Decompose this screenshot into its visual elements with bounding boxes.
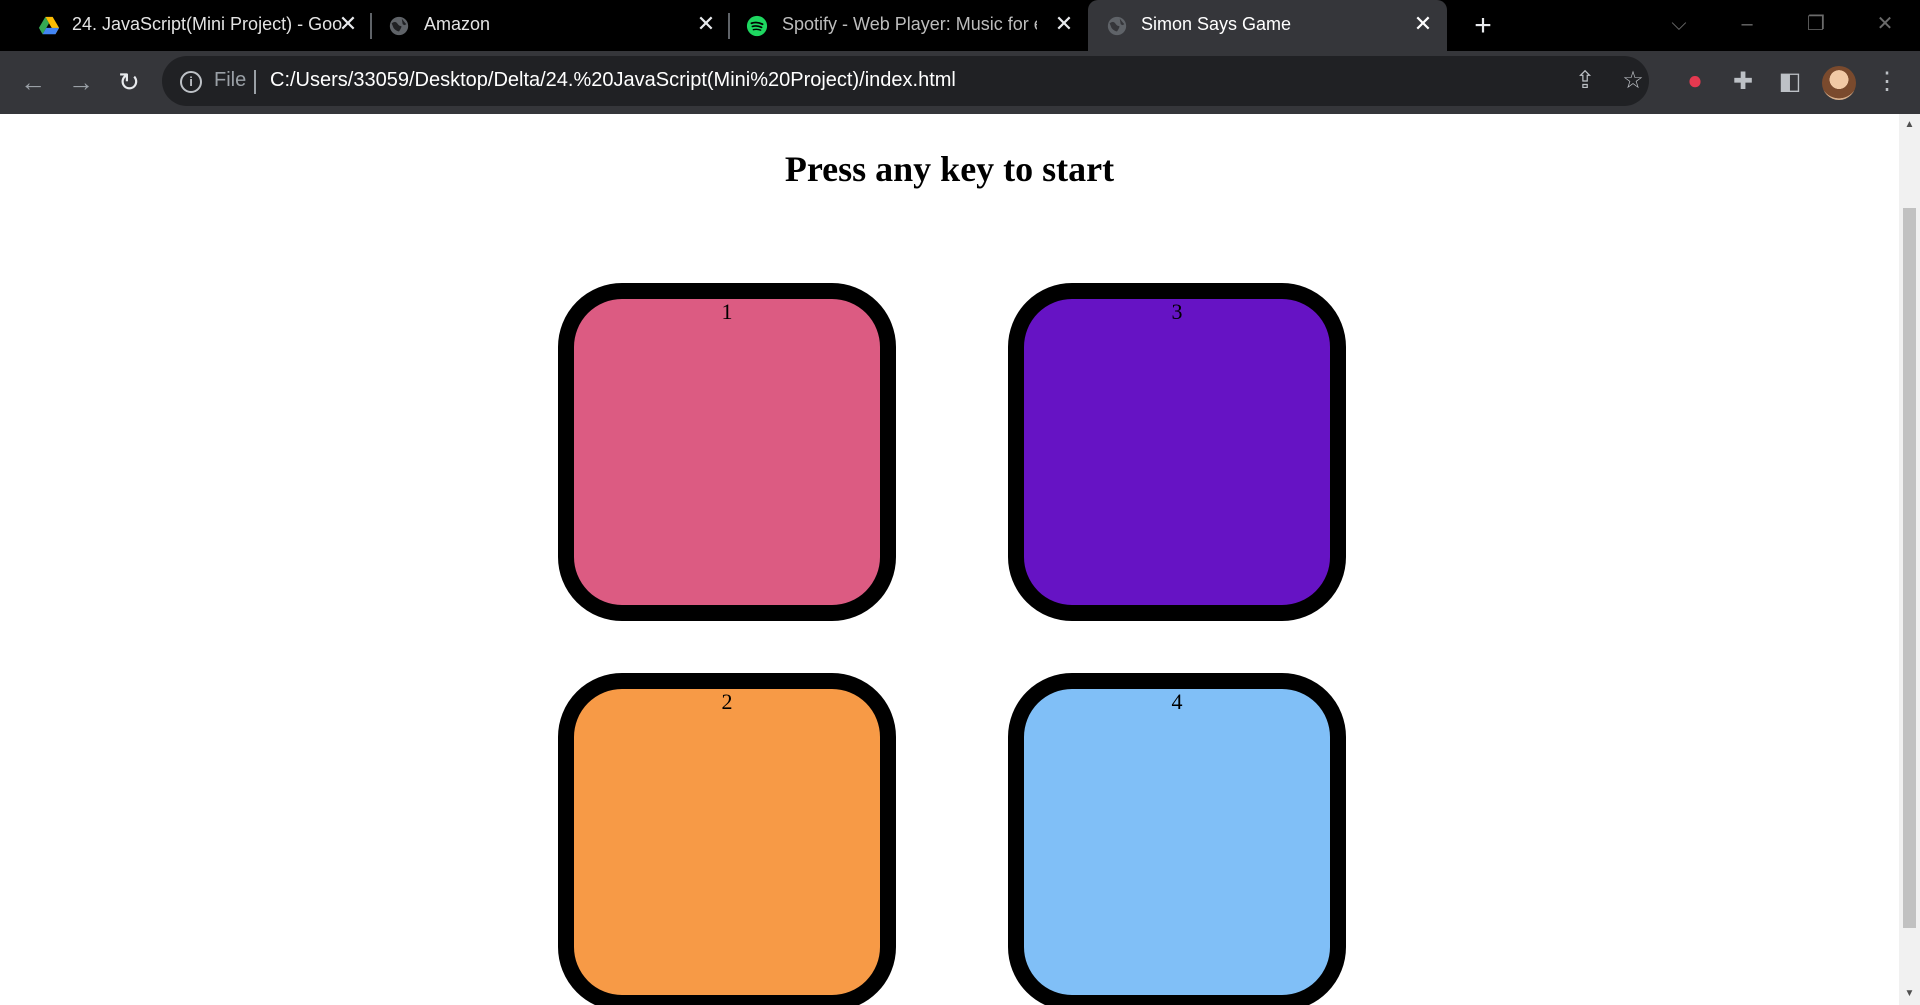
scroll-down-icon[interactable]: ▼: [1903, 987, 1916, 1001]
globe-icon: [389, 16, 409, 36]
tab-title: Simon Says Game: [1141, 14, 1292, 34]
scroll-up-icon[interactable]: ▲: [1903, 118, 1916, 132]
tab-title: 24. JavaScript(Mini Project) - Goo: [72, 14, 342, 34]
close-tab-icon[interactable]: ✕: [1411, 12, 1435, 36]
game-button-3[interactable]: 3: [1008, 283, 1346, 621]
address-divider: [254, 70, 256, 94]
minimize-icon[interactable]: –: [1731, 8, 1763, 40]
game-button-4[interactable]: 4: [1008, 673, 1346, 1005]
google-drive-icon: [38, 16, 60, 35]
back-icon[interactable]: ←: [16, 65, 50, 99]
extensions-puzzle-icon[interactable]: ✚: [1726, 65, 1760, 99]
address-bar[interactable]: i File C:/Users/33059/Desktop/Delta/24.%…: [162, 56, 1649, 106]
game-status-heading: Press any key to start: [784, 149, 1115, 189]
bookmark-star-icon[interactable]: ☆: [1618, 66, 1648, 96]
forward-icon[interactable]: →: [64, 65, 98, 99]
side-panel-icon[interactable]: ◧: [1773, 65, 1807, 99]
close-window-icon[interactable]: ✕: [1869, 8, 1901, 40]
game-button-2[interactable]: 2: [558, 673, 896, 1005]
game-button-1[interactable]: 1: [558, 283, 896, 621]
game-button-label: 1: [721, 299, 733, 324]
scheme-label: File: [214, 69, 247, 91]
info-icon[interactable]: i: [180, 71, 202, 93]
tab-spotify[interactable]: Spotify - Web Player: Music for ev ✕: [730, 0, 1086, 51]
close-tab-icon[interactable]: ✕: [336, 12, 360, 36]
game-button-label: 2: [721, 689, 733, 714]
menu-kebab-icon[interactable]: ⋮: [1870, 65, 1904, 99]
tab-search-icon[interactable]: ⌵: [1663, 8, 1695, 40]
game-button-label: 4: [1171, 689, 1183, 714]
tab-google-drive[interactable]: 24. JavaScript(Mini Project) - Goo ✕: [8, 0, 368, 51]
new-tab-button[interactable]: +: [1466, 9, 1500, 43]
restore-icon[interactable]: ❐: [1800, 8, 1832, 40]
tab-title: Amazon: [424, 14, 491, 34]
tab-strip: 24. JavaScript(Mini Project) - Goo ✕ Ama…: [0, 0, 1920, 51]
tab-amazon[interactable]: Amazon ✕: [372, 0, 726, 51]
share-icon[interactable]: ⇪: [1570, 66, 1600, 96]
game-button-label: 3: [1171, 299, 1183, 324]
spotify-icon: [746, 15, 768, 37]
close-tab-icon[interactable]: ✕: [1052, 12, 1076, 36]
record-extension-icon[interactable]: ⏺: [1678, 65, 1712, 99]
profile-avatar[interactable]: [1822, 66, 1856, 100]
browser-toolbar: ← → ↻ i File C:/Users/33059/Desktop/Delt…: [0, 51, 1920, 114]
page-content: Press any key to start 1 3 2 4: [0, 114, 1899, 1005]
scrollbar-thumb[interactable]: [1903, 208, 1916, 928]
tab-title: Spotify - Web Player: Music for ev: [782, 14, 1037, 34]
vertical-scrollbar[interactable]: ▲ ▼: [1899, 114, 1920, 1005]
url-text[interactable]: C:/Users/33059/Desktop/Delta/24.%20JavaS…: [270, 69, 956, 92]
tab-simon-says[interactable]: Simon Says Game ✕: [1088, 0, 1447, 51]
reload-icon[interactable]: ↻: [112, 65, 146, 99]
globe-icon: [1107, 16, 1127, 36]
close-tab-icon[interactable]: ✕: [694, 12, 718, 36]
